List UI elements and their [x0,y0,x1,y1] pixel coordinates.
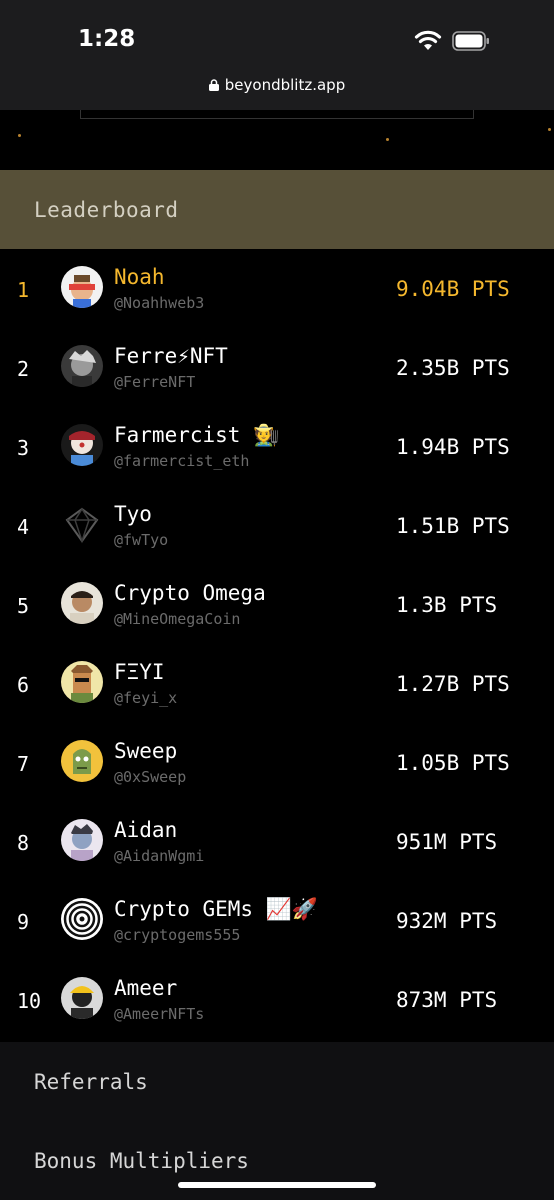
avatar [61,345,103,387]
leaderboard-row[interactable]: 7 Sweep @0xSweep 1.05B PTS [0,723,554,802]
referrals-section[interactable]: Referrals [0,1042,554,1121]
rank: 1 [17,278,30,302]
player-points: 1.27B PTS [396,672,510,696]
rank: 10 [17,989,42,1013]
avatar [61,582,103,624]
rank: 8 [17,831,30,855]
player-points: 873M PTS [396,988,498,1012]
player-points: 951M PTS [396,830,498,854]
leaderboard-row[interactable]: 5 Crypto Omega @MineOmegaCoin 1.3B PTS [0,565,554,644]
lock-icon [208,79,219,91]
leaderboard-list: 1 Noah @Noahhweb3 9.04B PTS 2 Ferre⚡NFT … [0,249,554,1042]
avatar [61,424,103,466]
avatar [61,740,103,782]
leaderboard-row[interactable]: 9 Crypto GEMs 📈🚀 @cryptogems555 932M PTS [0,881,554,960]
leaderboard-row[interactable]: 8 Aidan @AidanWgmi 951M PTS [0,802,554,881]
player-name: Ameer [114,976,178,1000]
leaderboard-row[interactable]: 4 Tyo @fwTyo 1.51B PTS [0,486,554,565]
home-indicator[interactable] [178,1182,376,1188]
player-name: Aidan [114,818,178,842]
player-name: Tyo [114,502,152,526]
rank: 5 [17,594,30,618]
player-points: 1.05B PTS [396,751,510,775]
avatar [61,898,103,940]
url-text: beyondblitz.app [224,76,346,94]
player-points: 1.3B PTS [396,593,498,617]
leaderboard-row[interactable]: 2 Ferre⚡NFT @FerreNFT 2.35B PTS [0,328,554,407]
bonus-multipliers-title: Bonus Multipliers [34,1149,249,1173]
rank: 9 [17,910,30,934]
avatar [61,503,103,545]
referrals-title: Referrals [34,1070,148,1094]
avatar [61,819,103,861]
rank: 7 [17,752,30,776]
avatar [61,977,103,1019]
player-handle: @AmeerNFTs [114,1005,205,1023]
leaderboard-row[interactable]: 1 Noah @Noahhweb3 9.04B PTS [0,249,554,328]
player-points: 9.04B PTS [396,277,510,301]
player-handle: @fwTyo [114,531,169,549]
rank: 2 [17,357,30,381]
starfield-background [0,110,554,170]
battery-icon [452,31,489,51]
player-handle: @feyi_x [114,689,178,707]
leaderboard-header[interactable]: Leaderboard [0,170,554,249]
player-name: Sweep [114,739,178,763]
wifi-icon [414,30,442,50]
player-handle: @farmercist_eth [114,452,250,470]
player-points: 1.94B PTS [396,435,510,459]
rank: 6 [17,673,30,697]
clock: 1:28 [78,26,136,52]
rank: 4 [17,515,30,539]
player-points: 2.35B PTS [396,356,510,380]
player-handle: @FerreNFT [114,373,196,391]
leaderboard-row[interactable]: 6 FΞYI @feyi_x 1.27B PTS [0,644,554,723]
player-name: Ferre⚡NFT [114,344,228,368]
player-points: 1.51B PTS [396,514,510,538]
bonus-multipliers-section[interactable]: Bonus Multipliers [0,1121,554,1200]
player-points: 932M PTS [396,909,498,933]
player-handle: @MineOmegaCoin [114,610,241,628]
input-box-edge [80,110,474,119]
status-bar: 1:28 beyondblitz.app [0,0,554,110]
player-name: Crypto GEMs 📈🚀 [114,897,319,921]
player-handle: @cryptogems555 [114,926,241,944]
player-name: FΞYI [114,660,165,684]
address-bar[interactable]: beyondblitz.app [0,76,554,94]
leaderboard-title: Leaderboard [34,198,179,222]
player-handle: @0xSweep [114,768,187,786]
player-name: Noah [114,265,165,289]
player-handle: @AidanWgmi [114,847,205,865]
leaderboard-row[interactable]: 10 Ameer @AmeerNFTs 873M PTS [0,960,554,1039]
rank: 3 [17,436,30,460]
player-handle: @Noahhweb3 [114,294,205,312]
leaderboard-row[interactable]: 3 Farmercist 🧑‍🌾 @farmercist_eth 1.94B P… [0,407,554,486]
player-name: Farmercist 🧑‍🌾 [114,423,280,447]
avatar [61,661,103,703]
player-name: Crypto Omega [114,581,266,605]
avatar [61,266,103,308]
